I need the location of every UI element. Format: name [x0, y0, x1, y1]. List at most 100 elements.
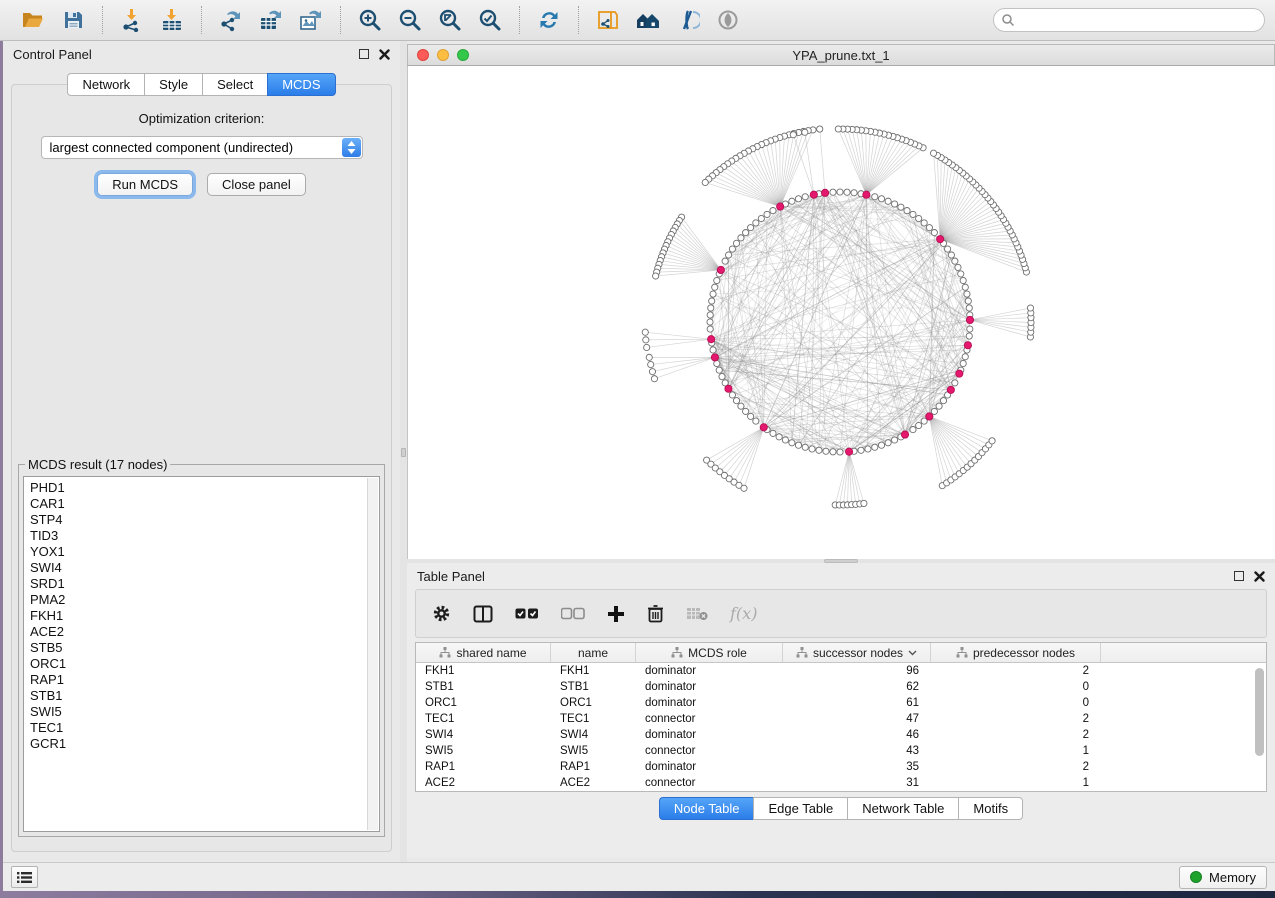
- cell-name: ACE2: [551, 777, 636, 789]
- tab-node-table[interactable]: Node Table: [659, 797, 754, 820]
- float-panel-icon[interactable]: [359, 49, 369, 59]
- network-canvas[interactable]: [407, 66, 1275, 559]
- tab-motifs[interactable]: Motifs: [958, 797, 1023, 820]
- import-table-button[interactable]: [159, 7, 185, 33]
- import-network-button[interactable]: [119, 7, 145, 33]
- run-mcds-button[interactable]: Run MCDS: [97, 173, 193, 196]
- table-row[interactable]: RAP1RAP1dominator352: [416, 759, 1254, 775]
- status-bar: Memory: [3, 862, 1275, 891]
- create-column-button[interactable]: [607, 605, 625, 623]
- zoom-out-button[interactable]: [397, 7, 423, 33]
- zoom-out-icon: [398, 8, 422, 32]
- close-panel-button[interactable]: Close panel: [207, 173, 306, 196]
- show-columns-button[interactable]: [473, 605, 493, 623]
- mcds-result-item[interactable]: SWI4: [30, 560, 379, 576]
- mcds-result-group: MCDS result (17 nodes) PHD1CAR1STP4TID3Y…: [18, 457, 385, 837]
- column-header-predecessor-nodes[interactable]: predecessor nodes: [931, 643, 1101, 662]
- column-header-successor-nodes[interactable]: successor nodes: [783, 643, 931, 662]
- cell-successor-nodes: 47: [783, 713, 931, 725]
- memory-status-icon: [1190, 871, 1202, 883]
- search-icon: [1001, 13, 1015, 32]
- mcds-result-item[interactable]: PMA2: [30, 592, 379, 608]
- cell-name: STB1: [551, 681, 636, 693]
- mcds-result-item[interactable]: TEC1: [30, 720, 379, 736]
- table-row[interactable]: STB1STB1dominator620: [416, 679, 1254, 695]
- table-toolbar: f(x): [415, 589, 1267, 638]
- close-panel-icon[interactable]: [379, 49, 390, 60]
- zoom-selected-button[interactable]: [477, 7, 503, 33]
- cell-successor-nodes: 46: [783, 729, 931, 741]
- memory-button[interactable]: Memory: [1179, 866, 1267, 889]
- cell-name: ORC1: [551, 697, 636, 709]
- tab-network-table[interactable]: Network Table: [847, 797, 958, 820]
- zoom-fit-button[interactable]: [437, 7, 463, 33]
- search-input[interactable]: [993, 8, 1265, 32]
- mcds-result-item[interactable]: RAP1: [30, 672, 379, 688]
- table-row[interactable]: ACE2ACE2connector311: [416, 775, 1254, 791]
- export-table-button[interactable]: [258, 7, 284, 33]
- table-settings-button[interactable]: [432, 604, 451, 623]
- mcds-result-item[interactable]: TID3: [30, 528, 379, 544]
- table-scrollbar[interactable]: [1254, 664, 1265, 790]
- attribute-icon: [439, 647, 451, 658]
- tab-network[interactable]: Network: [67, 73, 144, 96]
- refresh-button[interactable]: [536, 7, 562, 33]
- mcds-result-item[interactable]: STP4: [30, 512, 379, 528]
- mcds-result-item[interactable]: ORC1: [30, 656, 379, 672]
- tab-mcds[interactable]: MCDS: [267, 73, 335, 96]
- export-image-button[interactable]: [298, 7, 324, 33]
- float-panel-icon[interactable]: [1234, 571, 1244, 581]
- table-row[interactable]: SWI4SWI4dominator462: [416, 727, 1254, 743]
- table-row[interactable]: SWI5SWI5connector431: [416, 743, 1254, 759]
- column-header-name[interactable]: name: [551, 643, 636, 662]
- export-network-button[interactable]: [218, 7, 244, 33]
- export-network-icon: [219, 8, 243, 32]
- tab-edge-table[interactable]: Edge Table: [753, 797, 847, 820]
- delete-table-button[interactable]: [686, 606, 708, 621]
- tab-select[interactable]: Select: [202, 73, 267, 96]
- column-header-shared-name[interactable]: shared name: [416, 643, 551, 662]
- mcds-result-item[interactable]: SWI5: [30, 704, 379, 720]
- delete-column-button[interactable]: [647, 604, 664, 623]
- mcds-result-item[interactable]: STB5: [30, 640, 379, 656]
- column-header-mcds-role[interactable]: MCDS role: [636, 643, 783, 662]
- splitter-grip[interactable]: [401, 448, 406, 457]
- cell-name: FKH1: [551, 665, 636, 677]
- vertical-splitter[interactable]: [400, 41, 407, 862]
- mcds-list-scrollbar[interactable]: [367, 478, 378, 830]
- toolbar-separator: [578, 6, 579, 34]
- cell-successor-nodes: 61: [783, 697, 931, 709]
- main-toolbar: [0, 0, 1275, 41]
- mcds-result-item[interactable]: STB1: [30, 688, 379, 704]
- table-row[interactable]: ORC1ORC1dominator610: [416, 695, 1254, 711]
- optimization-criterion-select[interactable]: largest connected component (undirected): [41, 136, 363, 159]
- close-panel-icon[interactable]: [1254, 571, 1265, 582]
- zoom-in-button[interactable]: [357, 7, 383, 33]
- mcds-result-item[interactable]: CAR1: [30, 496, 379, 512]
- export-table-icon: [259, 8, 283, 32]
- open-file-button[interactable]: [20, 7, 46, 33]
- select-all-columns-button[interactable]: [515, 607, 539, 620]
- new-network-from-selection-button[interactable]: [595, 7, 621, 33]
- table-scrollbar-thumb[interactable]: [1255, 668, 1264, 756]
- function-builder-button[interactable]: f(x): [730, 604, 757, 623]
- deselect-all-columns-button[interactable]: [561, 607, 585, 620]
- network-graph[interactable]: [408, 66, 1275, 559]
- mcds-result-item[interactable]: FKH1: [30, 608, 379, 624]
- mcds-result-item[interactable]: SRD1: [30, 576, 379, 592]
- hide-details-icon: [676, 8, 700, 32]
- task-history-button[interactable]: [11, 866, 38, 888]
- mcds-result-item[interactable]: ACE2: [30, 624, 379, 640]
- mcds-result-item[interactable]: PHD1: [30, 480, 379, 496]
- table-row[interactable]: FKH1FKH1dominator962: [416, 663, 1254, 679]
- network-window-title: YPA_prune.txt_1: [408, 48, 1274, 63]
- hide-details-button[interactable]: [675, 7, 701, 33]
- mcds-result-item[interactable]: GCR1: [30, 736, 379, 752]
- mcds-result-item[interactable]: YOX1: [30, 544, 379, 560]
- show-details-button[interactable]: [715, 7, 741, 33]
- cell-name: RAP1: [551, 761, 636, 773]
- first-neighbors-button[interactable]: [635, 7, 661, 33]
- save-session-button[interactable]: [60, 7, 86, 33]
- tab-style[interactable]: Style: [144, 73, 202, 96]
- table-row[interactable]: TEC1TEC1connector472: [416, 711, 1254, 727]
